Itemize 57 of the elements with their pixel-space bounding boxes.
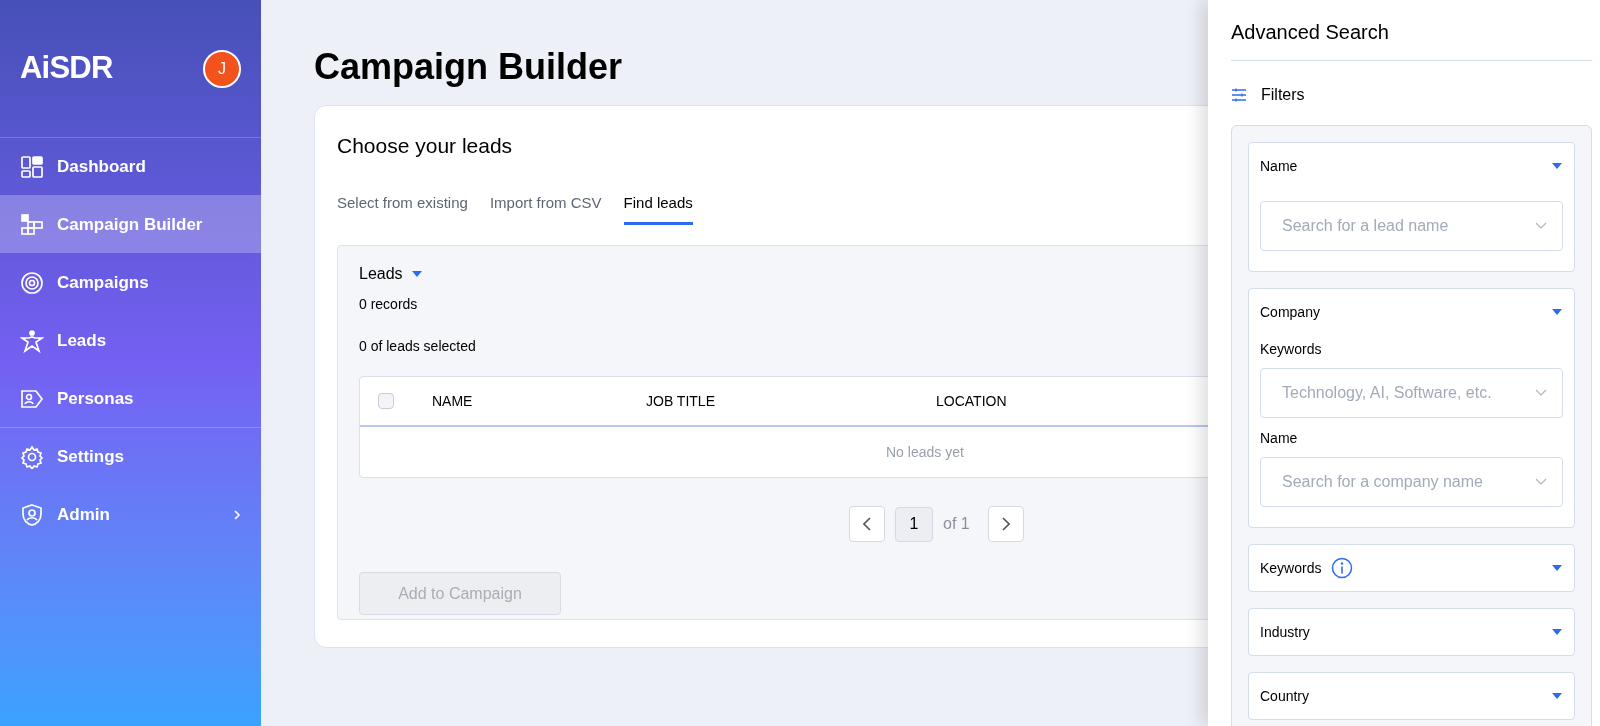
next-page-button[interactable] bbox=[987, 506, 1024, 542]
blocks-icon bbox=[20, 212, 44, 237]
chevron-left-icon bbox=[863, 517, 871, 531]
nav-item[interactable]: Admin bbox=[0, 485, 261, 543]
caret-icon bbox=[1551, 162, 1563, 170]
caret-icon bbox=[1551, 692, 1563, 700]
chevron-right-icon bbox=[1001, 517, 1010, 531]
avatar[interactable]: J bbox=[203, 49, 241, 88]
chevron-right-icon bbox=[233, 508, 241, 521]
search-field[interactable]: Search for a company name bbox=[1260, 457, 1563, 507]
tab[interactable]: Select from existing bbox=[337, 191, 468, 225]
nav-item[interactable]: Campaigns bbox=[0, 253, 261, 311]
dashboard-icon bbox=[20, 154, 44, 179]
filter-header[interactable]: Industry bbox=[1260, 609, 1563, 655]
nav-item[interactable]: Personas bbox=[0, 369, 261, 427]
chevron-down-icon bbox=[1535, 222, 1547, 230]
nav-item[interactable]: Campaign Builder bbox=[0, 195, 261, 253]
page-title: Campaign Builder bbox=[314, 45, 624, 89]
info-icon[interactable] bbox=[1331, 557, 1354, 579]
selected-count: 0 of leads selected bbox=[359, 337, 476, 356]
select-all-checkbox[interactable] bbox=[378, 393, 394, 409]
records-count: 0 records bbox=[359, 295, 418, 314]
search-field[interactable]: Search for a lead name bbox=[1260, 201, 1563, 251]
chevron-down-icon bbox=[1535, 478, 1547, 486]
tab[interactable]: Find leads bbox=[623, 191, 693, 225]
filters-label: Filters bbox=[1261, 85, 1305, 105]
tab[interactable]: Import from CSV bbox=[489, 191, 602, 225]
chevron-down-icon bbox=[1535, 389, 1547, 397]
star-person-icon bbox=[20, 328, 44, 353]
caret-icon bbox=[1551, 308, 1563, 316]
column-header[interactable]: JOB TITLE bbox=[646, 390, 936, 412]
search-field[interactable]: Technology, AI, Software, etc. bbox=[1260, 368, 1563, 418]
filter-header[interactable]: Name bbox=[1260, 143, 1563, 189]
drawer-title: Advanced Search bbox=[1231, 0, 1592, 61]
settings-icon bbox=[20, 444, 44, 469]
caret-icon bbox=[1551, 564, 1563, 572]
column-header[interactable]: NAME bbox=[432, 390, 646, 412]
logo: AiSDR bbox=[20, 49, 113, 88]
nav-item[interactable]: Dashboard bbox=[0, 137, 261, 195]
filter-header[interactable]: Keywords bbox=[1260, 545, 1563, 591]
caret-icon bbox=[1551, 628, 1563, 636]
caret-icon[interactable] bbox=[410, 270, 423, 278]
empty-message: No leads yet bbox=[886, 442, 964, 462]
filter-header[interactable]: Company bbox=[1260, 289, 1563, 335]
sliders-icon bbox=[1231, 87, 1247, 103]
field-label: Name bbox=[1260, 429, 1299, 448]
shield-person-icon bbox=[20, 502, 44, 527]
current-page[interactable]: 1 bbox=[895, 506, 933, 542]
card-title: Choose your leads bbox=[337, 133, 514, 159]
nav-item[interactable]: Leads bbox=[0, 311, 261, 369]
page-total: of 1 bbox=[943, 514, 970, 534]
filter-header[interactable]: Country bbox=[1260, 673, 1563, 719]
column-header[interactable]: LOCATION bbox=[936, 390, 1136, 412]
leads-title: Leads bbox=[359, 264, 403, 284]
previous-page-button[interactable] bbox=[849, 506, 885, 542]
target-icon bbox=[20, 270, 44, 295]
field-label: Keywords bbox=[1260, 340, 1323, 359]
